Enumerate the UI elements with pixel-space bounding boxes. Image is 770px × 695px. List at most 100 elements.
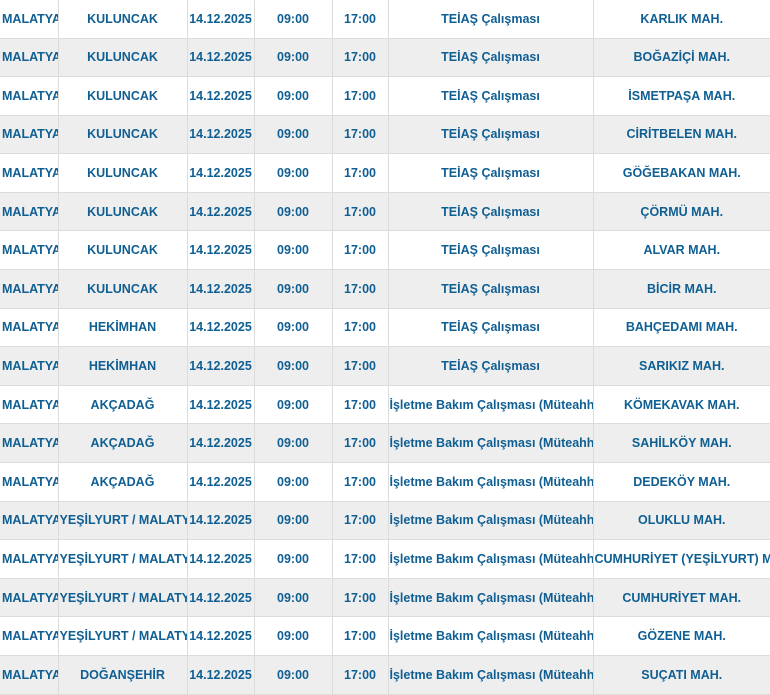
table-row: MALATYA KULUNCAK 14.12.2025 09:00 17:00 TEİAŞ… <box>0 76 770 116</box>
il-cell: MALATYA <box>0 655 59 695</box>
ilce-cell: HEKİMHAN <box>58 308 188 348</box>
start-time-cell: 09:00 <box>254 655 333 695</box>
ilce-cell: YEŞİLYURT / MALATYA <box>58 578 188 618</box>
end-time-cell: 17:00 <box>332 539 389 579</box>
end-time-cell: 17:00 <box>332 192 389 232</box>
il-cell: MALATYA <box>0 38 59 78</box>
reason-cell: TEİAŞ Çalışması <box>388 153 594 193</box>
start-time-cell: 09:00 <box>254 269 333 309</box>
end-time-cell: 17:00 <box>332 230 389 271</box>
il-cell: MALATYA <box>0 346 59 386</box>
il-cell: MALATYA <box>0 423 59 464</box>
table-row: MALATYA DOĞANŞEHİR 14.12.2025 09:00 17:00 İşl… <box>0 655 770 695</box>
mahalle-cell: KÖMEKAVAK MAH. <box>593 385 770 425</box>
table-row: MALATYA KULUNCAK 14.12.2025 09:00 17:00 TEİAŞ… <box>0 153 770 193</box>
start-time-cell: 09:00 <box>254 76 333 116</box>
end-time-cell: 17:00 <box>332 38 389 78</box>
date-cell: 14.12.2025 <box>187 462 255 502</box>
date-cell: 14.12.2025 <box>187 308 255 348</box>
date-cell: 14.12.2025 <box>187 153 255 193</box>
ilce-cell: KULUNCAK <box>58 269 188 309</box>
start-time-cell: 09:00 <box>254 578 333 618</box>
end-time-cell: 17:00 <box>332 76 389 116</box>
reason-cell: İşletme Bakım Çalışması (Müteahhit) <box>388 501 594 541</box>
table-row: MALATYA YEŞİLYURT / MALATYA 14.12.2025 09:0… <box>0 539 770 579</box>
date-cell: 14.12.2025 <box>187 501 255 541</box>
end-time-cell: 17:00 <box>332 578 389 618</box>
start-time-cell: 09:00 <box>254 423 333 464</box>
reason-cell: TEİAŞ Çalışması <box>388 308 594 348</box>
ilce-cell: KULUNCAK <box>58 76 188 116</box>
ilce-cell: YEŞİLYURT / MALATYA <box>58 539 188 579</box>
table-row: MALATYA HEKİMHAN 14.12.2025 09:00 17:00 TEİAŞ… <box>0 346 770 386</box>
date-cell: 14.12.2025 <box>187 230 255 271</box>
table-row: MALATYA KULUNCAK 14.12.2025 09:00 17:00 TEİAŞ… <box>0 192 770 232</box>
date-cell: 14.12.2025 <box>187 578 255 618</box>
mahalle-cell: KARLIK MAH. <box>593 0 770 39</box>
start-time-cell: 09:00 <box>254 308 333 348</box>
date-cell: 14.12.2025 <box>187 423 255 464</box>
ilce-cell: KULUNCAK <box>58 153 188 193</box>
il-cell: MALATYA <box>0 462 59 502</box>
date-cell: 14.12.2025 <box>187 655 255 695</box>
outage-table: MALATYA KULUNCAK 14.12.2025 09:00 17:00 TEİAŞ… <box>0 0 770 695</box>
reason-cell: TEİAŞ Çalışması <box>388 0 594 39</box>
reason-cell: İşletme Bakım Çalışması (Müteahhit) <box>388 423 594 464</box>
date-cell: 14.12.2025 <box>187 539 255 579</box>
ilce-cell: KULUNCAK <box>58 230 188 271</box>
reason-cell: TEİAŞ Çalışması <box>388 76 594 116</box>
il-cell: MALATYA <box>0 616 59 656</box>
mahalle-cell: CUMHURİYET (YEŞİLYURT) MAH <box>593 539 770 579</box>
mahalle-cell: GÖĞEBAKAN MAH. <box>593 153 770 193</box>
ilce-cell: KULUNCAK <box>58 192 188 232</box>
date-cell: 14.12.2025 <box>187 38 255 78</box>
date-cell: 14.12.2025 <box>187 269 255 309</box>
date-cell: 14.12.2025 <box>187 385 255 425</box>
end-time-cell: 17:00 <box>332 655 389 695</box>
reason-cell: İşletme Bakım Çalışması (Müteahhit) <box>388 616 594 656</box>
outage-table-body: MALATYA KULUNCAK 14.12.2025 09:00 17:00 TEİAŞ… <box>0 0 770 695</box>
il-cell: MALATYA <box>0 230 59 271</box>
il-cell: MALATYA <box>0 578 59 618</box>
mahalle-cell: SUÇATI MAH. <box>593 655 770 695</box>
date-cell: 14.12.2025 <box>187 616 255 656</box>
mahalle-cell: CİRİTBELEN MAH. <box>593 115 770 155</box>
reason-cell: İşletme Bakım Çalışması (Müteahhit) <box>388 462 594 502</box>
reason-cell: TEİAŞ Çalışması <box>388 269 594 309</box>
date-cell: 14.12.2025 <box>187 192 255 232</box>
end-time-cell: 17:00 <box>332 346 389 386</box>
mahalle-cell: BAHÇEDAMI MAH. <box>593 308 770 348</box>
ilce-cell: AKÇADAĞ <box>58 462 188 502</box>
reason-cell: TEİAŞ Çalışması <box>388 346 594 386</box>
ilce-cell: AKÇADAĞ <box>58 423 188 464</box>
start-time-cell: 09:00 <box>254 501 333 541</box>
ilce-cell: KULUNCAK <box>58 38 188 78</box>
end-time-cell: 17:00 <box>332 385 389 425</box>
mahalle-cell: BİCİR MAH. <box>593 269 770 309</box>
mahalle-cell: GÖZENE MAH. <box>593 616 770 656</box>
date-cell: 14.12.2025 <box>187 76 255 116</box>
table-row: MALATYA KULUNCAK 14.12.2025 09:00 17:00 TEİAŞ… <box>0 269 770 309</box>
mahalle-cell: SARIKIZ MAH. <box>593 346 770 386</box>
ilce-cell: DOĞANŞEHİR <box>58 655 188 695</box>
il-cell: MALATYA <box>0 385 59 425</box>
start-time-cell: 09:00 <box>254 153 333 193</box>
mahalle-cell: BOĞAZİÇİ MAH. <box>593 38 770 78</box>
mahalle-cell: ALVAR MAH. <box>593 230 770 271</box>
start-time-cell: 09:00 <box>254 539 333 579</box>
mahalle-cell: İSMETPAŞA MAH. <box>593 76 770 116</box>
il-cell: MALATYA <box>0 308 59 348</box>
table-row: MALATYA YEŞİLYURT / MALATYA 14.12.2025 09:0… <box>0 578 770 618</box>
mahalle-cell: DEDEKÖY MAH. <box>593 462 770 502</box>
il-cell: MALATYA <box>0 269 59 309</box>
table-row: MALATYA YEŞİLYURT / MALATYA 14.12.2025 09:0… <box>0 616 770 656</box>
start-time-cell: 09:00 <box>254 346 333 386</box>
ilce-cell: HEKİMHAN <box>58 346 188 386</box>
end-time-cell: 17:00 <box>332 616 389 656</box>
end-time-cell: 17:00 <box>332 501 389 541</box>
table-row: MALATYA KULUNCAK 14.12.2025 09:00 17:00 TEİAŞ… <box>0 115 770 155</box>
reason-cell: İşletme Bakım Çalışması (Müteahhit) <box>388 578 594 618</box>
table-row: MALATYA HEKİMHAN 14.12.2025 09:00 17:00 TEİAŞ… <box>0 308 770 348</box>
reason-cell: İşletme Bakım Çalışması (Müteahhit) <box>388 385 594 425</box>
il-cell: MALATYA <box>0 501 59 541</box>
